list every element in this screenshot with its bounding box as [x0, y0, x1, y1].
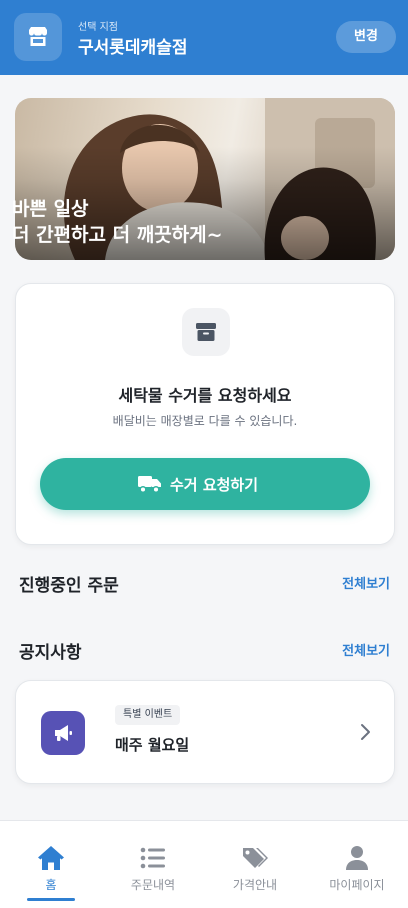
- store-icon: [14, 13, 62, 61]
- banner-subheadline: 더 간편하고 더 깨끗하게~: [12, 224, 223, 246]
- chevron-right-icon: [361, 724, 370, 740]
- app-header: 선택 지점 구서롯데캐슬점 변경: [0, 0, 408, 75]
- notice-badge: 특별 이벤트: [115, 705, 181, 725]
- home-icon: [38, 846, 64, 870]
- truck-icon: [138, 476, 161, 494]
- notices-see-all-link[interactable]: 전체보기: [342, 640, 390, 659]
- banner-headline: 바쁜 일상: [12, 198, 89, 220]
- nav-label-prices: 가격안내: [232, 878, 278, 892]
- pickup-button-label: 수거 요청하기: [170, 476, 259, 494]
- list-icon: [140, 847, 165, 869]
- pickup-subtitle: 배달비는 매장별로 다를 수 있습니다.: [112, 414, 298, 428]
- notices-section-title: 공지사항: [19, 643, 82, 663]
- pickup-request-card: 세탁물 수거를 요청하세요 배달비는 매장별로 다를 수 있습니다. 수거 요청…: [15, 283, 395, 545]
- megaphone-icon: [41, 711, 85, 755]
- orders-see-all-link[interactable]: 전체보기: [342, 573, 390, 592]
- nav-active-indicator: [27, 898, 75, 901]
- nav-label-mypage: 마이페이지: [329, 878, 385, 892]
- tags-icon: [243, 848, 268, 868]
- store-name: 구서롯데캐슬점: [78, 38, 188, 58]
- notice-item[interactable]: 특별 이벤트 매주 월요일: [15, 680, 395, 784]
- pickup-request-button[interactable]: 수거 요청하기: [40, 458, 370, 510]
- change-store-button[interactable]: 변경: [336, 21, 396, 53]
- notice-title: 매주 월요일: [115, 736, 190, 754]
- pickup-title: 세탁물 수거를 요청하세요: [118, 386, 292, 405]
- box-icon: [182, 308, 230, 356]
- orders-section-title: 진행중인 주문: [19, 576, 119, 596]
- nav-label-orders: 주문내역: [130, 878, 176, 892]
- nav-item-home[interactable]: 홈: [0, 821, 102, 908]
- bottom-navigation: 홈 주문내역 가격안내 마이페이지: [0, 820, 408, 908]
- user-icon: [346, 846, 368, 870]
- store-caption: 선택 지점: [78, 22, 118, 33]
- nav-label-home: 홈: [45, 878, 57, 892]
- nav-item-orders[interactable]: 주문내역: [102, 821, 204, 908]
- nav-item-prices[interactable]: 가격안내: [204, 821, 306, 908]
- nav-item-mypage[interactable]: 마이페이지: [306, 821, 408, 908]
